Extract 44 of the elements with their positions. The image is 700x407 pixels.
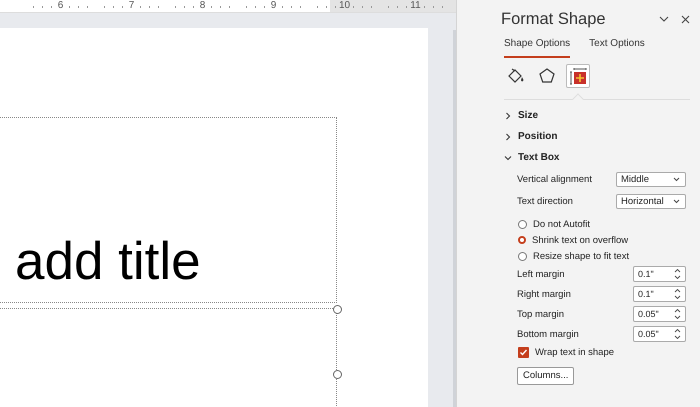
caret-icon	[673, 176, 680, 182]
title-placeholder[interactable]: add title	[0, 117, 337, 303]
spin-field[interactable]: 0.1"	[633, 286, 686, 302]
caret-icon	[673, 198, 680, 204]
spin-field[interactable]: 0.05"	[633, 326, 686, 342]
radio-button[interactable]	[518, 252, 527, 260]
tab[interactable]: Shape Options	[504, 38, 570, 58]
spin-arrows-icon[interactable]	[674, 288, 681, 300]
option-label: Wrap text in shape	[535, 346, 614, 358]
resize-handle[interactable]	[333, 370, 342, 379]
chevron-down-icon[interactable]	[659, 16, 669, 22]
field-label: Top margin	[517, 308, 564, 320]
section-header[interactable]: Size	[504, 105, 690, 126]
spin-field[interactable]: 0.1"	[633, 266, 686, 282]
option-label: Shrink text on overflow	[532, 234, 628, 246]
close-icon[interactable]	[681, 14, 690, 24]
chevron-right-icon	[504, 112, 512, 120]
spin-arrows-icon[interactable]	[674, 268, 681, 280]
radio-button[interactable]	[518, 236, 526, 244]
dropdown[interactable]: Horizontal	[616, 194, 686, 208]
columns-button[interactable]: Columns...	[517, 366, 574, 384]
section-header[interactable]: Position	[504, 126, 690, 147]
option-label: Do not Autofit	[533, 218, 590, 230]
title-text: add title	[15, 234, 201, 290]
field-label: Left margin	[517, 268, 565, 280]
spin-arrows-icon[interactable]	[674, 308, 681, 320]
field-label: Bottom margin	[517, 328, 579, 340]
checkbox[interactable]	[518, 346, 529, 358]
field-label: Right margin	[517, 288, 571, 300]
option-label: Resize shape to fit text	[533, 250, 630, 262]
field-label: Text direction	[517, 196, 573, 206]
size-properties-tab[interactable]	[566, 64, 590, 88]
dropdown[interactable]: Middle	[616, 172, 686, 186]
spin-arrows-icon[interactable]	[674, 328, 681, 340]
field-label: Vertical alignment	[517, 174, 592, 184]
radio-button[interactable]	[518, 220, 527, 228]
spin-field[interactable]: 0.05"	[633, 306, 686, 322]
size-properties-icon	[569, 67, 587, 85]
chevron-right-icon	[504, 132, 512, 140]
resize-handle[interactable]	[333, 305, 342, 314]
panel-title: Format Shape	[501, 10, 607, 28]
tab[interactable]: Text Options	[589, 38, 645, 58]
section-header[interactable]: Text Box	[504, 147, 690, 168]
chevron-down-icon	[504, 154, 512, 162]
